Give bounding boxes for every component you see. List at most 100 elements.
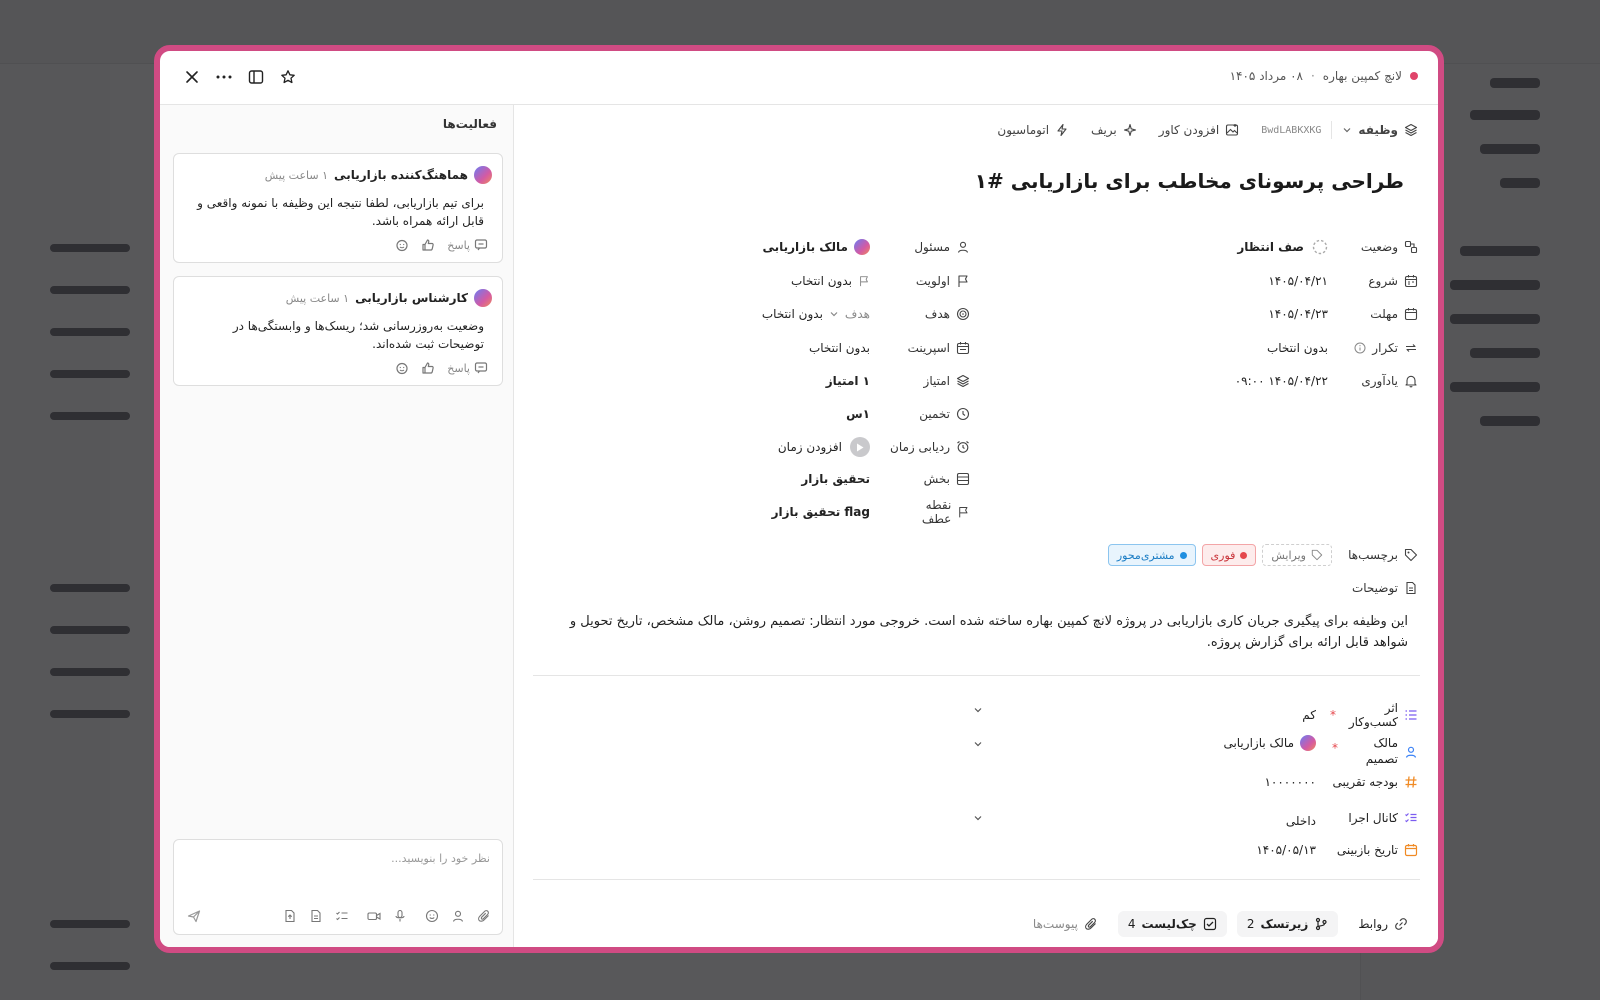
background-placeholder [1480, 144, 1540, 154]
favorite-button[interactable] [276, 65, 300, 89]
flag-outline-icon [860, 276, 868, 287]
record-audio-button[interactable] [392, 908, 408, 924]
checklist-tab[interactable]: چک‌لیست 4 [1117, 911, 1227, 937]
attach-file-button[interactable] [282, 908, 298, 924]
comment-card: کارشناس بازاریابی ۱ ساعت پیش وضعیت به‌رو… [173, 276, 503, 386]
background-placeholder [50, 584, 130, 592]
breadcrumb-date: ۰۸ مرداد ۱۴۰۵ [1229, 69, 1303, 83]
record-video-button[interactable] [366, 908, 382, 924]
brief-button[interactable]: بریف [1091, 123, 1137, 137]
reminder-value: ۱۴۰۵/۰۴/۲۲ ۰۹:۰۰ [1234, 374, 1328, 388]
avatar [474, 166, 492, 184]
insert-checklist-button[interactable] [334, 908, 350, 924]
reply-button[interactable]: پاسخ [447, 238, 488, 252]
property-due[interactable]: مهلت ۱۴۰۵/۰۴/۲۳ [998, 305, 1418, 323]
comment-composer[interactable]: نظر خود را بنویسید... [173, 839, 503, 935]
target-icon [956, 307, 970, 321]
field-business-impact[interactable]: اثر کسب‌وکار * کم [1302, 701, 1418, 729]
chevron-down-icon[interactable] [973, 739, 983, 749]
close-button[interactable] [180, 65, 204, 89]
goal-select[interactable]: هدف [845, 307, 870, 321]
task-toolbar: وظیفه BwdLABKXKG افزودن کاور بریف اتوماس… [997, 121, 1418, 139]
task-type-select[interactable]: وظیفه [1342, 123, 1418, 137]
comment-card: هماهنگ‌کننده بازاریابی ۱ ساعت پیش برای ت… [173, 153, 503, 263]
chevron-down-icon[interactable] [973, 705, 983, 715]
project-color-dot [1410, 72, 1418, 80]
background-placeholder [50, 412, 130, 420]
avatar [854, 239, 870, 255]
mention-button[interactable] [450, 908, 466, 924]
background-placeholder [50, 710, 130, 718]
emoji-button[interactable] [424, 908, 440, 924]
breadcrumb: لانچ کمپین بهاره · ۰۸ مرداد ۱۴۰۵ [1230, 69, 1418, 83]
required-mark: * [1332, 741, 1338, 755]
property-repeat[interactable]: تکرار بدون انتخاب [998, 339, 1418, 357]
property-status[interactable]: وضعیت صف انتظار [998, 238, 1418, 256]
channel-label: کانال اجرا [1348, 811, 1398, 825]
tag-chip[interactable]: فوری [1201, 544, 1257, 566]
status-value: صف انتظار [1237, 240, 1304, 254]
modal-header: لانچ کمپین بهاره · ۰۸ مرداد ۱۴۰۵ [160, 51, 1438, 105]
property-priority[interactable]: اولویت بدون انتخاب [580, 272, 970, 290]
task-title[interactable]: طراحی پرسونای مخاطب برای بازاریابی #۱ [975, 169, 1404, 193]
background-placeholder [1490, 78, 1540, 88]
paperclip-icon [1084, 918, 1096, 930]
tags-label: برچسب‌ها [1348, 548, 1398, 562]
property-assignee[interactable]: مسئول مالک بازاریابی [580, 238, 970, 256]
property-estimate[interactable]: تخمین ۱س [580, 405, 970, 423]
tag-chip[interactable]: مشتری‌محور [1107, 544, 1196, 566]
automation-button[interactable]: اتوماسیون [997, 123, 1069, 137]
field-review-date[interactable]: تاریخ بازبینی ۱۴۰۵/۰۵/۱۳ [1256, 843, 1418, 857]
property-reminder[interactable]: یادآوری ۱۴۰۵/۰۴/۲۲ ۰۹:۰۰ [998, 372, 1418, 390]
due-value: ۱۴۰۵/۰۴/۲۳ [1268, 307, 1328, 321]
chevron-down-icon[interactable] [973, 813, 983, 823]
add-cover-button[interactable]: افزودن کاور [1159, 123, 1239, 137]
attachments-tab[interactable]: پیوست‌ها [1023, 911, 1108, 937]
user-icon [957, 241, 969, 253]
background-placeholder [1470, 110, 1540, 120]
field-decision-owner[interactable]: مالک تصمیم * مالک بازاریابی [1223, 735, 1418, 767]
breadcrumb-project[interactable]: لانچ کمپین بهاره [1323, 69, 1402, 83]
reply-button[interactable]: پاسخ [447, 361, 488, 375]
relations-label: روابط [1358, 917, 1388, 931]
add-reaction-button[interactable] [395, 238, 409, 252]
toggle-panel-button[interactable] [244, 65, 268, 89]
add-reaction-button[interactable] [395, 361, 409, 375]
property-points[interactable]: امتیاز ۱ امتیاز [580, 372, 970, 390]
insert-document-button[interactable] [308, 908, 324, 924]
send-button[interactable] [186, 908, 202, 924]
property-goal[interactable]: هدف هدف بدون انتخاب [580, 305, 970, 323]
section-label: بخش [923, 472, 950, 486]
review-date-value: ۱۴۰۵/۰۵/۱۳ [1256, 843, 1316, 857]
divider [533, 879, 1420, 880]
subtasks-tab[interactable]: زیرتسک 2 [1236, 911, 1339, 937]
thumbs-up-icon [422, 239, 435, 251]
estimate-label: تخمین [919, 407, 950, 421]
like-button[interactable] [421, 238, 435, 252]
reply-icon [474, 362, 488, 374]
repeat-icon [1406, 344, 1416, 352]
comment-input[interactable]: نظر خود را بنویسید... [391, 852, 490, 865]
property-time-tracking[interactable]: ردیابی زمان افزودن زمان [580, 437, 970, 457]
like-button[interactable] [421, 361, 435, 375]
start-timer-button[interactable] [850, 437, 870, 457]
property-sprint[interactable]: اسپرینت بدون انتخاب [580, 339, 970, 357]
tag-color-dot [1179, 551, 1187, 559]
reply-icon [474, 239, 488, 251]
description-text[interactable]: این وظیفه برای پیگیری جریان کاری بازاریا… [558, 611, 1408, 653]
property-milestone[interactable]: نقطه عطف flag تحقیق بازار [580, 498, 970, 526]
field-channel[interactable]: کانال اجرا داخلی [1286, 808, 1418, 828]
bell-icon [1405, 375, 1417, 388]
more-horizontal-icon [216, 75, 232, 79]
edit-tags-button[interactable]: ویرایش [1262, 544, 1332, 566]
info-icon [1354, 342, 1366, 354]
more-options-button[interactable] [212, 65, 236, 89]
image-add-icon [1226, 124, 1239, 136]
attachment-button[interactable] [476, 908, 492, 924]
property-section[interactable]: بخش تحقیق بازار [580, 470, 970, 488]
property-start[interactable]: شروع ۱۴۰۵/۰۴/۲۱ [998, 272, 1418, 290]
budget-value: ۱۰۰۰۰۰۰۰ [1264, 775, 1316, 789]
relations-tab[interactable]: روابط [1348, 911, 1418, 937]
field-budget[interactable]: بودجه تقریبی ۱۰۰۰۰۰۰۰ [1264, 775, 1418, 789]
background-placeholder [50, 668, 130, 676]
